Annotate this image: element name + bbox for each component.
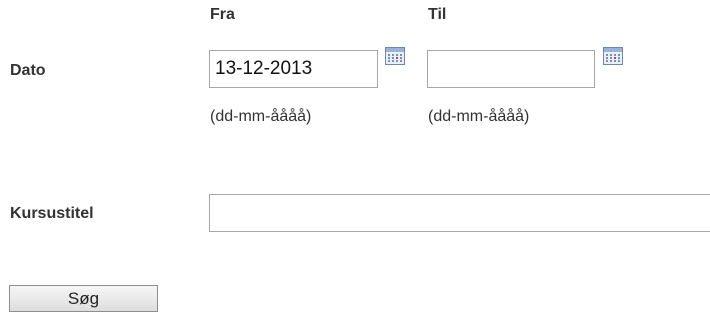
from-date-format-hint: (dd-mm-åååå) xyxy=(210,108,312,125)
calendar-icon[interactable] xyxy=(603,47,623,70)
to-column-header: Til xyxy=(428,6,447,23)
from-date-input[interactable] xyxy=(209,50,378,88)
to-date-input[interactable] xyxy=(427,50,595,88)
date-label: Dato xyxy=(10,62,46,79)
calendar-icon[interactable] xyxy=(385,47,405,70)
search-button[interactable]: Søg xyxy=(9,285,158,312)
course-title-label: Kursustitel xyxy=(10,205,94,222)
to-date-format-hint: (dd-mm-åååå) xyxy=(428,108,530,125)
course-title-input[interactable] xyxy=(209,194,710,232)
from-column-header: Fra xyxy=(210,6,235,23)
